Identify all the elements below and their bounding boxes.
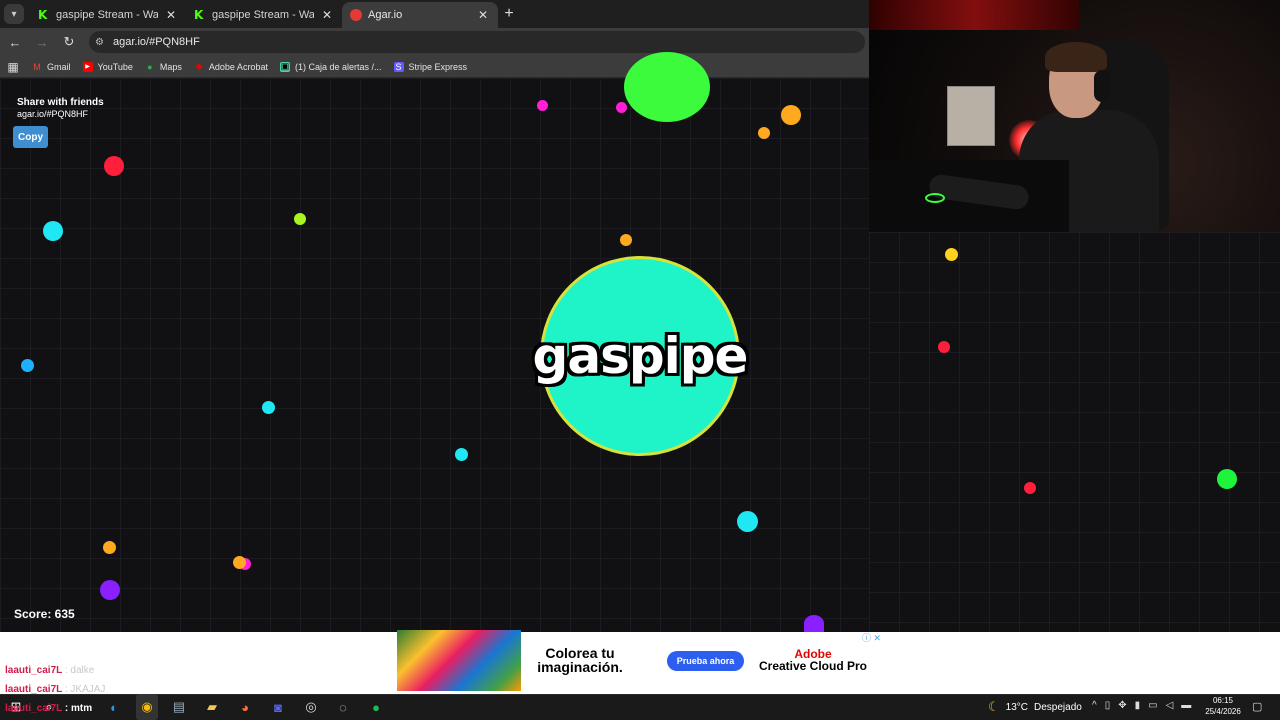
app-icon[interactable]: ◌: [334, 698, 352, 716]
food-pellet: [616, 102, 627, 113]
spotify-icon[interactable]: ●: [367, 698, 385, 716]
usb-icon[interactable]: ▯: [1105, 700, 1111, 711]
food-pellet: [294, 213, 306, 225]
chrome-cover: [0, 0, 869, 78]
food-pellet: [737, 511, 758, 532]
webcam-overlay: [869, 0, 1280, 232]
game-canvas-right[interactable]: [869, 232, 1280, 632]
volume-icon[interactable]: ◁: [1166, 700, 1174, 711]
chat-text: : dalke: [64, 665, 95, 676]
screen: ▾ K gaspipe Stream - Watch Live on ✕ K g…: [0, 0, 1280, 720]
clock-time: 06:15: [1212, 696, 1234, 705]
chat-user: laauti_cai7L: [5, 665, 63, 676]
folder-icon[interactable]: ▰: [203, 698, 221, 716]
system-tray: ^ ▯ ✥ ▮ ▭ ◁ ▬: [1092, 700, 1191, 711]
share-title: Share with friends: [17, 97, 104, 108]
food-pellet: [781, 105, 801, 125]
food-pellet: [103, 541, 116, 554]
food-pellet: [1024, 482, 1036, 494]
player-cell: gaspipe: [533, 256, 748, 456]
discord-icon[interactable]: ◙: [269, 698, 287, 716]
clock[interactable]: 06:15 25/4/2026: [1198, 695, 1248, 717]
headphones-icon: [1094, 70, 1110, 102]
ad-cta-button[interactable]: Prueba ahora: [667, 651, 744, 671]
food-pellet: [1217, 469, 1237, 489]
taskbar: [0, 694, 1280, 720]
edge-icon[interactable]: ◐: [105, 698, 123, 716]
chat-overlay: laauti_cai7L : dalke laauti_cai7L : JKAJ…: [5, 665, 105, 720]
ad-banner[interactable]: [0, 632, 1280, 694]
streamer-hair: [1045, 42, 1107, 72]
wall-poster: [947, 86, 995, 146]
chat-message: laauti_cai7L : mtm: [5, 703, 105, 720]
store-icon[interactable]: ▤: [170, 698, 188, 716]
firefox-icon[interactable]: ◕: [236, 698, 254, 716]
chevron-up-icon[interactable]: ^: [1092, 700, 1097, 711]
score-text: Score: 635: [14, 607, 75, 621]
food-pellet: [43, 221, 63, 241]
obs-icon[interactable]: ◎: [302, 698, 320, 716]
food-pellet: [537, 100, 548, 111]
microphone-icon[interactable]: ▮: [1135, 700, 1141, 711]
weather-text: Despejado: [1034, 701, 1082, 713]
app-tray-icon[interactable]: ✥: [1118, 700, 1126, 711]
food-pellet: [100, 580, 120, 600]
share-url: agar.io/#PQN8HF: [17, 109, 89, 119]
ad-info-icon[interactable]: ⓘ ✕: [862, 631, 881, 644]
mouse-icon: [925, 193, 945, 203]
ad-brand: Adobe Creative Cloud Pro: [758, 648, 868, 672]
player-name: gaspipe: [532, 327, 749, 385]
food-pellet: [104, 156, 124, 176]
food-pellet: [938, 341, 950, 353]
ad-brand-line2: Creative Cloud Pro: [758, 659, 868, 673]
food-pellet: [455, 448, 468, 461]
copy-button[interactable]: Copy: [13, 126, 48, 148]
food-pellet: [945, 248, 958, 261]
chat-text: : mtm: [64, 703, 93, 714]
food-pellet: [804, 615, 824, 632]
food-pellet: [758, 127, 770, 139]
weather-widget[interactable]: ☾ 13°C Despejado: [988, 699, 1082, 715]
led-strip: [869, 0, 1079, 30]
weather-temp: 13°C: [1005, 701, 1028, 713]
clock-date: 25/4/2026: [1205, 707, 1241, 716]
food-pellet: [233, 556, 246, 569]
battery-icon[interactable]: ▬: [1181, 700, 1191, 711]
chat-user: laauti_cai7L: [5, 703, 63, 714]
food-pellet: [262, 401, 275, 414]
chrome-icon[interactable]: ◉: [138, 698, 156, 716]
food-pellet: [620, 234, 632, 246]
notification-icon[interactable]: ▢: [1252, 700, 1262, 713]
ad-image[interactable]: [397, 630, 521, 691]
ad-headline: Colorea tu imaginación.: [537, 645, 623, 675]
network-icon[interactable]: ▭: [1148, 700, 1157, 711]
moon-icon: ☾: [988, 699, 1000, 714]
chat-message: laauti_cai7L : dalke: [5, 665, 105, 684]
food-pellet: [21, 359, 34, 372]
